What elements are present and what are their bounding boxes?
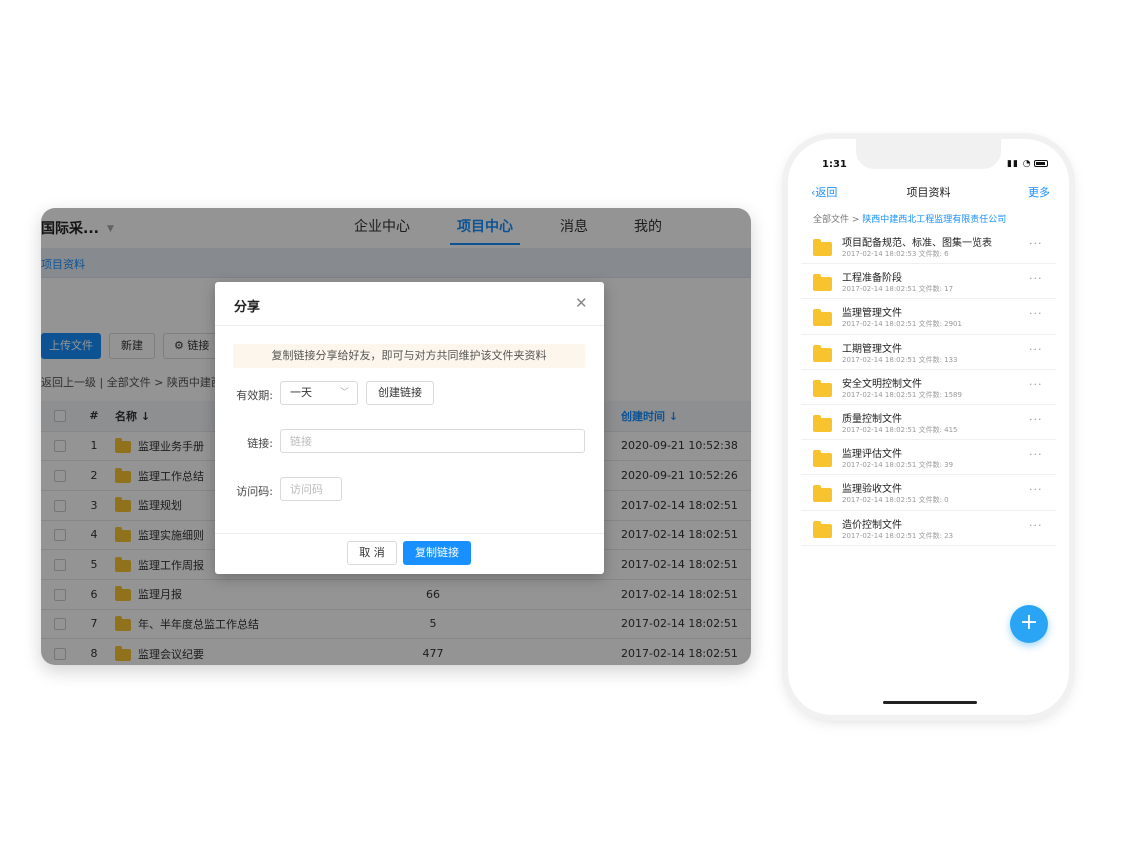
list-item[interactable]: 监理管理文件 2017-02-14 18:02:51 文件数: 2901 ···	[801, 299, 1056, 335]
validity-label: 有效期:	[236, 389, 273, 402]
create-link-button[interactable]: 创建链接	[366, 381, 434, 405]
folder-icon	[813, 450, 832, 468]
list-item[interactable]: 监理评估文件 2017-02-14 18:02:51 文件数: 39 ···	[801, 440, 1056, 476]
folder-icon	[813, 379, 832, 397]
folder-icon	[813, 309, 832, 327]
cancel-button[interactable]: 取 消	[347, 541, 397, 565]
list-item[interactable]: 监理验收文件 2017-02-14 18:02:51 文件数: 0 ···	[801, 475, 1056, 511]
item-meta: 2017-02-14 18:02:51 文件数: 415	[842, 425, 958, 434]
item-name: 工程准备阶段	[842, 273, 902, 285]
more-dots-icon[interactable]: ···	[1029, 413, 1043, 426]
more-dots-icon[interactable]: ···	[1029, 378, 1043, 391]
item-meta: 2017-02-14 18:02:51 文件数: 133	[842, 355, 958, 364]
folder-icon	[813, 344, 832, 362]
item-name: 工期管理文件	[842, 343, 902, 355]
chevron-down-icon: ﹀	[339, 388, 349, 398]
more-dots-icon[interactable]: ···	[1029, 448, 1043, 461]
item-name: 质量控制文件	[842, 413, 902, 425]
phone-notch	[856, 139, 1001, 169]
list-item[interactable]: 工期管理文件 2017-02-14 18:02:51 文件数: 133 ···	[801, 335, 1056, 370]
more-dots-icon[interactable]: ···	[1029, 237, 1043, 250]
crumb-separator: >	[849, 215, 863, 225]
validity-select[interactable]: 一天 ﹀	[280, 381, 358, 405]
folder-icon	[813, 274, 832, 292]
list-item[interactable]: 造价控制文件 2017-02-14 18:02:51 文件数: 23 ···	[801, 511, 1056, 546]
status-time: 1:31	[822, 159, 847, 170]
back-label: 返回	[815, 186, 838, 199]
signal-wifi-icon: ▮▮ ◔	[1007, 159, 1032, 169]
list-item[interactable]: 安全文明控制文件 2017-02-14 18:02:51 文件数: 1589 ···	[801, 370, 1056, 405]
more-dots-icon[interactable]: ···	[1029, 343, 1043, 356]
item-meta: 2017-02-14 18:02:51 文件数: 17	[842, 285, 954, 294]
item-meta: 2017-02-14 18:02:51 文件数: 23	[842, 531, 954, 540]
item-name: 监理管理文件	[842, 308, 902, 320]
more-dots-icon[interactable]: ···	[1029, 519, 1043, 532]
more-dots-icon[interactable]: ···	[1029, 307, 1043, 320]
home-indicator	[883, 701, 977, 704]
mobile-breadcrumb: 全部文件 > 陕西中建西北工程监理有限责任公司	[813, 212, 1006, 225]
more-button[interactable]: 更多	[1028, 184, 1050, 200]
copy-link-button[interactable]: 复制链接	[403, 541, 471, 565]
item-meta: 2017-02-14 18:02:51 文件数: 39	[842, 461, 954, 470]
dialog-title: 分享	[234, 300, 261, 315]
share-tip: 复制链接分享给好友，即可与对方共同维护该文件夹资料	[233, 344, 585, 368]
item-name: 监理验收文件	[842, 484, 902, 496]
item-name: 安全文明控制文件	[842, 378, 922, 390]
crumb-root[interactable]: 全部文件	[813, 215, 849, 225]
item-name: 项目配备规范、标准、图集一览表	[842, 238, 992, 249]
crumb-current[interactable]: 陕西中建西北工程监理有限责任公司	[862, 215, 1006, 225]
link-input[interactable]	[280, 429, 585, 453]
item-meta: 2017-02-14 18:02:51 文件数: 2901	[842, 320, 962, 329]
footer-divider	[215, 533, 604, 534]
list-item[interactable]: 项目配备规范、标准、图集一览表 2017-02-14 18:02:53 文件数: …	[801, 229, 1056, 265]
item-name: 造价控制文件	[842, 519, 902, 531]
add-fab-button[interactable]: +	[1010, 605, 1048, 643]
folder-icon	[813, 414, 832, 432]
more-dots-icon[interactable]: ···	[1029, 272, 1043, 285]
mobile-device: 1:31 ▮▮ ◔ 项目资料 ‹返回 更多 全部文件 > 陕西中建西北工程监理有…	[788, 139, 1069, 715]
more-dots-icon[interactable]: ···	[1029, 483, 1043, 496]
item-meta: 2017-02-14 18:02:53 文件数: 6	[842, 250, 949, 258]
link-label: 链接:	[247, 437, 273, 450]
folder-icon	[813, 239, 832, 256]
list-item[interactable]: 质量控制文件 2017-02-14 18:02:51 文件数: 415 ···	[801, 405, 1056, 441]
back-button[interactable]: ‹返回	[811, 184, 837, 200]
folder-icon	[813, 485, 832, 503]
item-name: 监理评估文件	[842, 449, 902, 461]
item-meta: 2017-02-14 18:02:51 文件数: 0	[842, 496, 949, 505]
folder-icon	[813, 520, 832, 538]
mobile-folder-list: 项目配备规范、标准、图集一览表 2017-02-14 18:02:53 文件数: …	[801, 229, 1056, 546]
battery-icon	[1034, 160, 1048, 167]
divider	[215, 325, 604, 326]
validity-value: 一天	[290, 386, 312, 399]
list-item[interactable]: 工程准备阶段 2017-02-14 18:02:51 文件数: 17 ···	[801, 264, 1056, 300]
item-meta: 2017-02-14 18:02:51 文件数: 1589	[842, 390, 962, 399]
share-dialog: 分享 ✕ 复制链接分享给好友，即可与对方共同维护该文件夹资料 有效期: 一天 ﹀…	[215, 282, 604, 574]
close-icon[interactable]: ✕	[575, 294, 588, 312]
access-code-label: 访问码:	[236, 485, 273, 498]
access-code-input[interactable]	[280, 477, 342, 501]
